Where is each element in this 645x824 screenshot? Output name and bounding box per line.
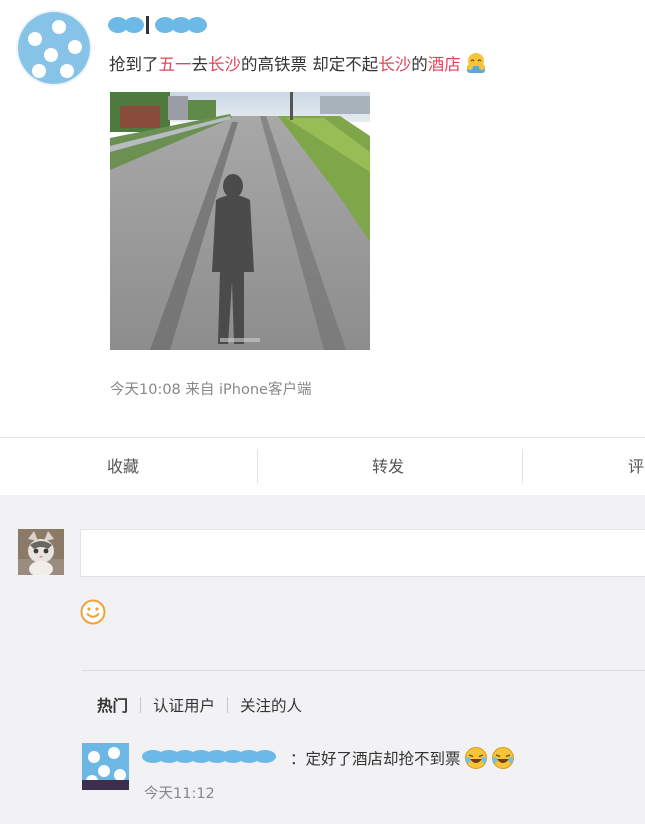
post-text-part: 去: [191, 55, 209, 74]
comment-input[interactable]: [80, 529, 645, 577]
post-text-part: 的高铁票 却定不起: [241, 55, 379, 74]
tab-separator: [140, 697, 142, 713]
comment-time: 今天11:12: [144, 786, 215, 802]
avatar-dot: [68, 40, 82, 54]
favorite-button[interactable]: 收藏: [107, 438, 139, 496]
comment-filter-tabs: 热门 认证用户 关注的人: [97, 694, 302, 716]
avatar-dot: [52, 20, 66, 34]
avatar-dot: [32, 64, 46, 78]
repost-button[interactable]: 转发: [372, 438, 404, 496]
avatar-dot: [44, 48, 58, 62]
section-divider: [82, 670, 645, 671]
comment-body: ：定好了酒店却抢不到票: [290, 750, 461, 768]
topic-link[interactable]: 酒店: [428, 51, 461, 75]
avatar-dot: [28, 32, 42, 46]
avatar-dot: [60, 64, 74, 78]
hug-emoji-icon: [465, 52, 487, 74]
emoji-picker-icon[interactable]: [80, 599, 106, 625]
current-user-avatar[interactable]: [18, 529, 64, 575]
topic-link[interactable]: 五一: [159, 51, 192, 75]
comment-button[interactable]: 评: [628, 438, 644, 496]
tab-hot[interactable]: 热门: [97, 694, 128, 716]
tab-following[interactable]: 关注的人: [240, 694, 302, 716]
commenter-name-redacted[interactable]: [142, 747, 276, 765]
post-text-part: 的: [411, 55, 428, 74]
topic-link[interactable]: 长沙: [378, 51, 411, 75]
commenter-avatar[interactable]: [82, 743, 129, 790]
laugh-cry-emoji-icon: [491, 746, 515, 770]
comment-section: 热门 认证用户 关注的人 ：定好了酒店却抢不到票 今天11:12: [0, 495, 645, 824]
tab-separator: [227, 697, 229, 713]
action-divider: [522, 449, 523, 483]
comment-item: ：定好了酒店却抢不到票 今天11:12: [82, 743, 642, 813]
post-text-part: 抢到了: [109, 55, 159, 74]
tab-verified-users[interactable]: 认证用户: [153, 694, 215, 716]
post-photo[interactable]: [110, 92, 370, 350]
action-divider: [257, 449, 258, 483]
author-name-redacted[interactable]: [108, 14, 207, 36]
post-text: 抢到了 五一 去 长沙 的高铁票 却定不起 长沙 的 酒店: [109, 51, 487, 75]
action-bar: 收藏 转发 评: [0, 437, 645, 496]
post-meta: 今天10:08 来自 iPhone客户端: [110, 382, 312, 398]
author-avatar[interactable]: [18, 12, 90, 84]
topic-link[interactable]: 长沙: [208, 51, 241, 75]
laugh-cry-emoji-icon: [464, 746, 488, 770]
comment-text: ：定好了酒店却抢不到票: [290, 746, 515, 770]
